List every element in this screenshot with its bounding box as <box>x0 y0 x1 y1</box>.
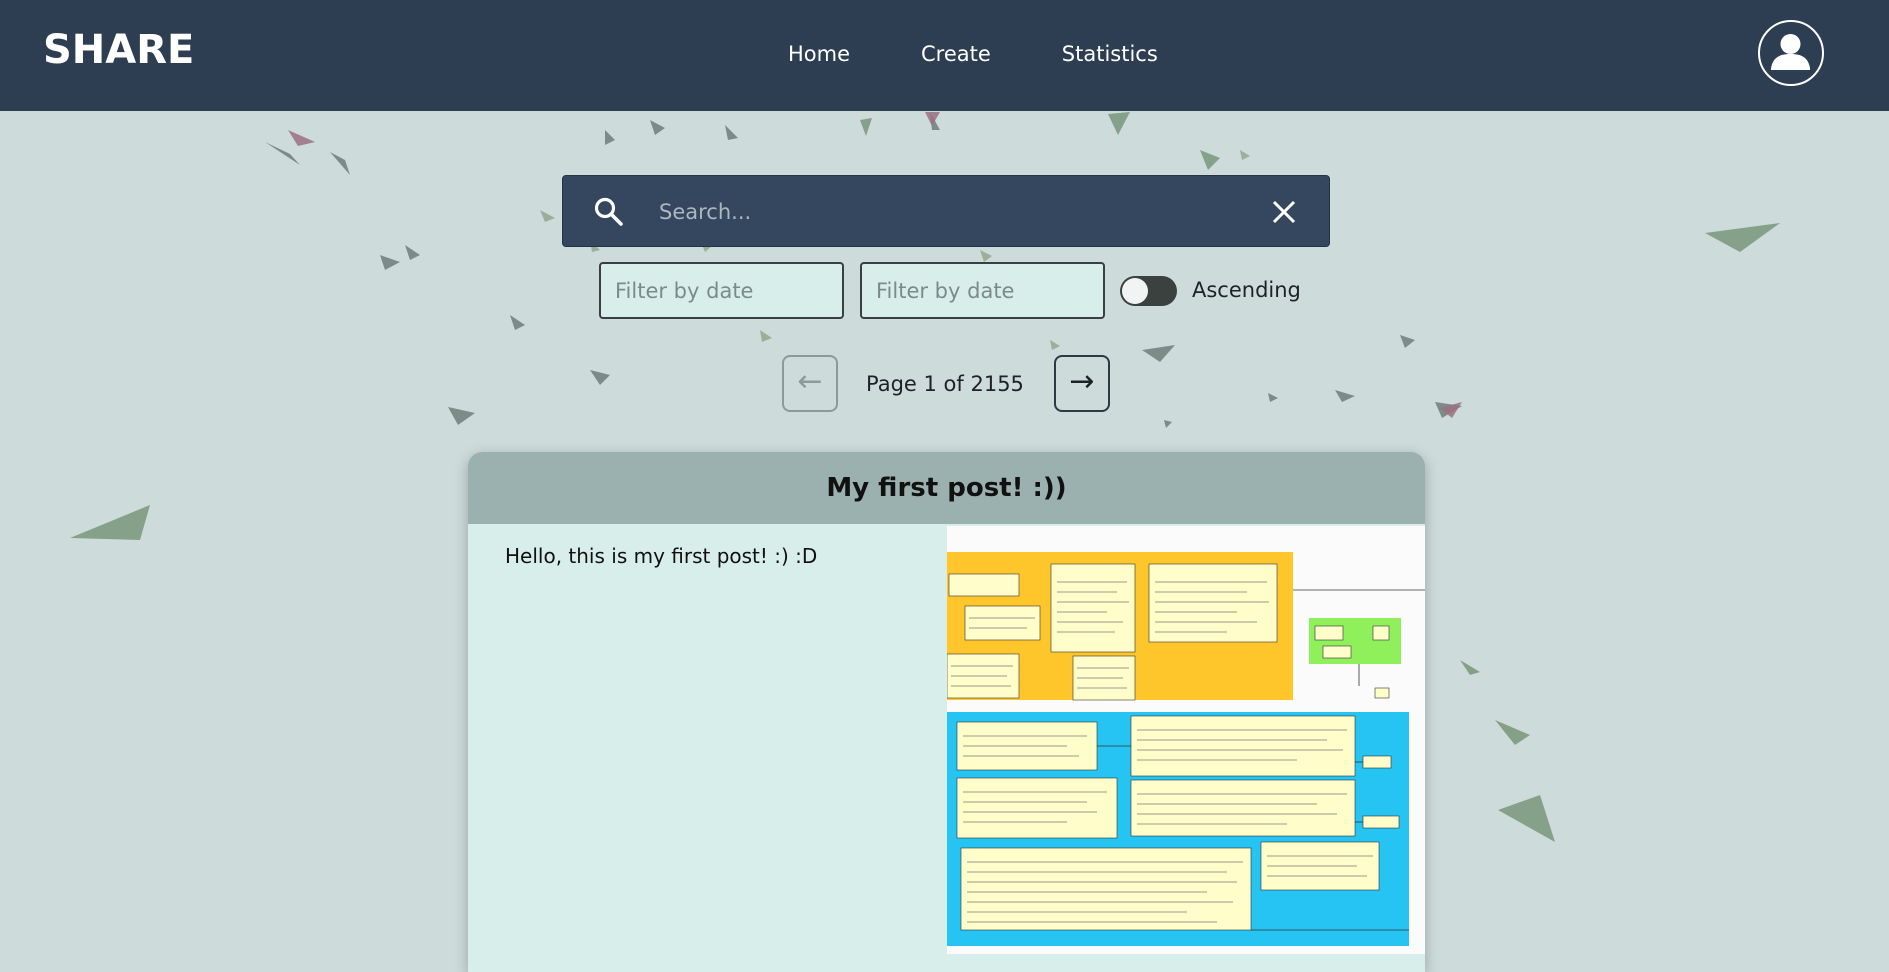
sort-order-toggle[interactable] <box>1120 276 1177 306</box>
post-card[interactable]: My first post! :)) Hello, this is my fir… <box>468 452 1425 972</box>
nav-links: Home Create Statistics <box>788 42 1229 66</box>
close-icon[interactable] <box>1269 197 1299 227</box>
search-input[interactable] <box>657 194 1161 230</box>
nav-home-link[interactable]: Home <box>788 42 850 66</box>
user-avatar-button[interactable] <box>1758 20 1824 86</box>
page-indicator: Page 1 of 2155 <box>866 372 1024 396</box>
search-bar <box>562 175 1330 247</box>
user-icon <box>1771 34 1810 70</box>
search-icon <box>594 197 623 226</box>
post-body-text: Hello, this is my first post! :) :D <box>505 544 818 568</box>
prev-page-button[interactable]: ← <box>782 355 838 412</box>
nav-statistics-link[interactable]: Statistics <box>1062 42 1158 66</box>
filter-date-from-input[interactable] <box>599 262 844 319</box>
sort-order-label: Ascending <box>1192 278 1301 302</box>
filter-date-to-input[interactable] <box>860 262 1105 319</box>
post-title: My first post! :)) <box>468 452 1425 524</box>
nav-create-link[interactable]: Create <box>921 42 991 66</box>
toggle-knob <box>1122 278 1148 304</box>
next-page-button[interactable]: → <box>1054 355 1110 412</box>
brand-logo[interactable]: SHARE <box>43 27 194 73</box>
top-navbar: SHARE Home Create Statistics <box>0 0 1889 111</box>
post-image-uml-diagram <box>947 526 1425 954</box>
